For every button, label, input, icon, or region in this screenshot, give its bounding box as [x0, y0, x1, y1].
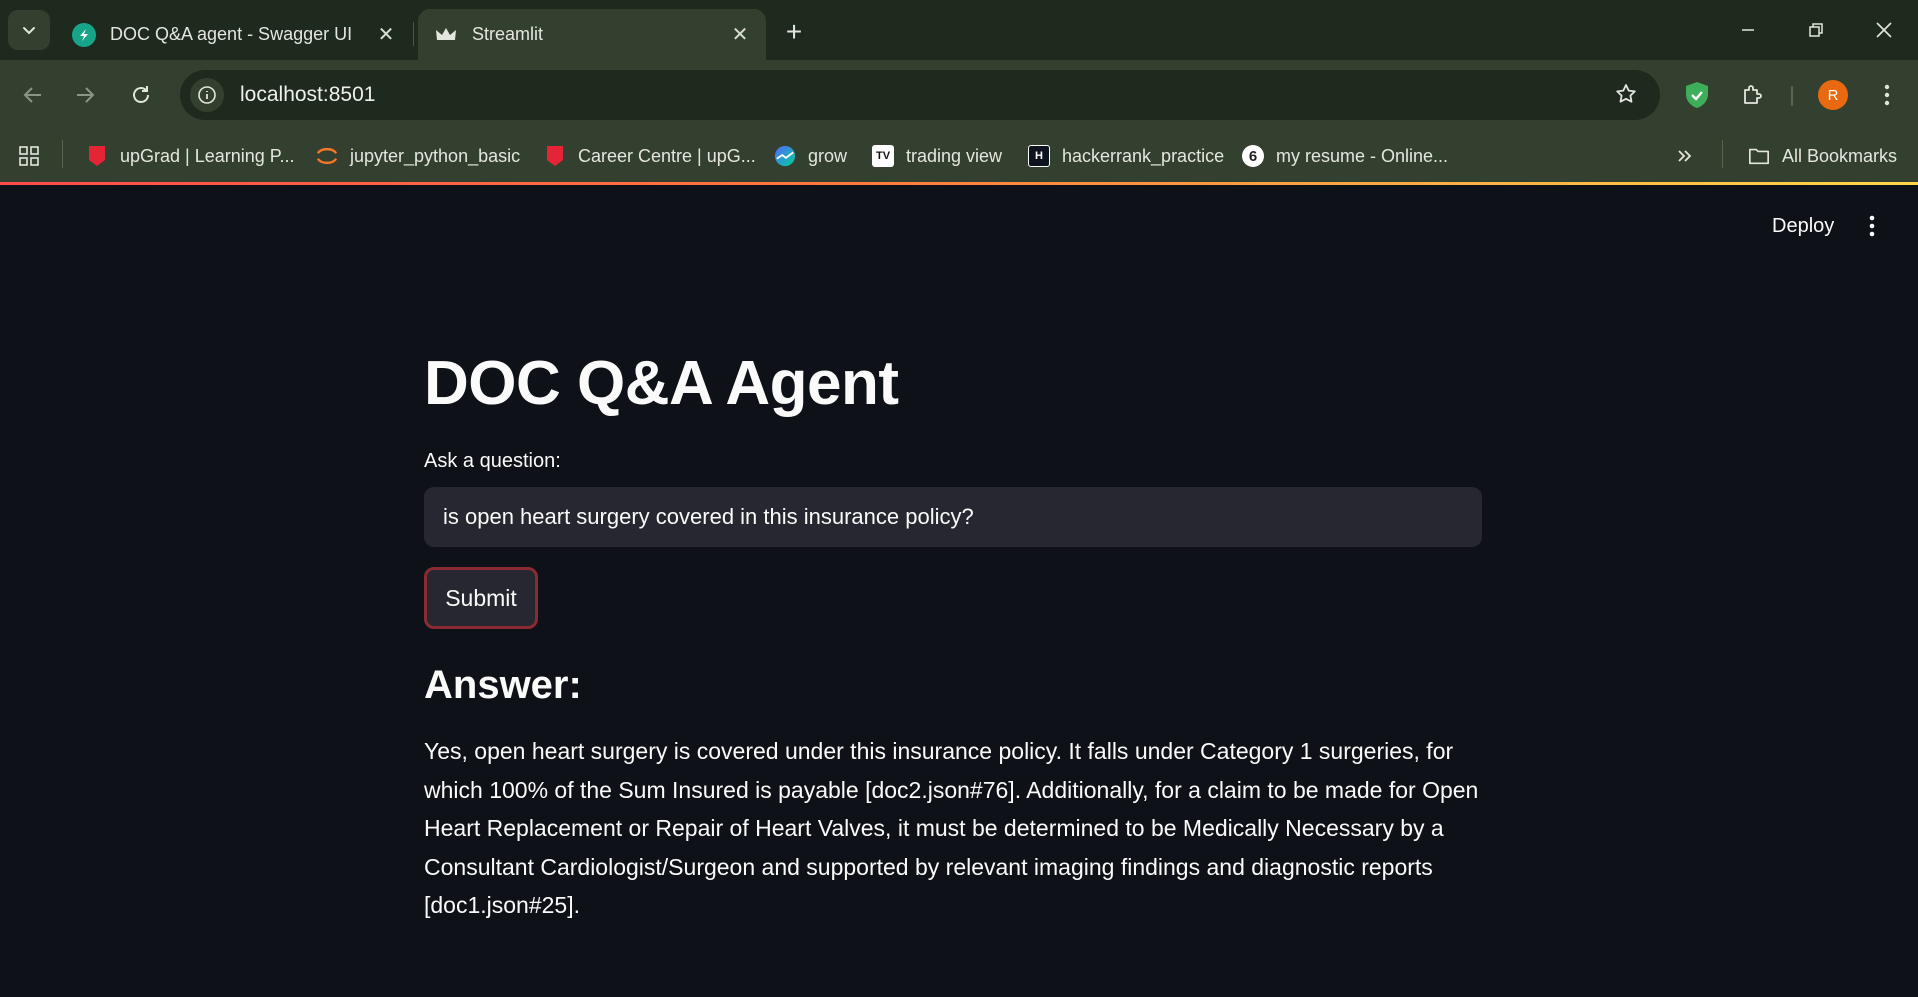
streamlit-crown-icon [434, 23, 458, 47]
upgrad-icon [544, 145, 566, 167]
reload-icon [133, 86, 149, 103]
upgrad-icon [86, 145, 108, 167]
all-bookmarks-button[interactable]: All Bookmarks [1748, 142, 1897, 170]
bookmark-label: trading view [906, 145, 1003, 166]
extensions-button[interactable] [1734, 76, 1772, 114]
new-tab-button[interactable]: + [776, 14, 812, 50]
bookmark-label: Career Centre | upG... [578, 145, 756, 166]
restore-icon [1809, 23, 1823, 37]
tab-streamlit[interactable]: Streamlit ✕ [418, 9, 766, 60]
close-window-button[interactable] [1858, 8, 1910, 52]
bookmark-label: grow [808, 145, 848, 166]
bookmark-label: my resume - Online... [1276, 145, 1449, 166]
chevron-double-right-icon [1678, 150, 1692, 162]
bookmarks-bar: upGrad | Learning P... jupyter_python_ba… [0, 130, 1918, 182]
main-content: DOC Q&A Agent Ask a question: Submit Ans… [424, 349, 1482, 925]
bookmark-label: hackerrank_practice [1062, 145, 1225, 166]
minimize-button[interactable] [1722, 8, 1774, 52]
submit-button[interactable]: Submit [424, 567, 538, 630]
shield-extension-button[interactable] [1678, 76, 1716, 114]
tab-title: Streamlit [472, 24, 544, 44]
bookmark-label: upGrad | Learning P... [120, 145, 295, 166]
forward-button[interactable] [66, 76, 104, 114]
apps-grid-icon [19, 146, 39, 166]
bookmark-jupyter[interactable]: jupyter_python_basic [316, 142, 520, 170]
tab-title: DOC Q&A agent - Swagger UI [110, 24, 353, 44]
bookmark-upgrad[interactable]: upGrad | Learning P... [86, 142, 294, 170]
swagger-icon [72, 22, 96, 47]
bookmark-resume[interactable]: 6 my resume - Online... [1242, 142, 1448, 170]
bookmark-tradingview[interactable]: TV trading view [872, 142, 1002, 170]
bookmark-star-icon[interactable] [1614, 82, 1638, 111]
bookmark-label: jupyter_python_basic [350, 145, 521, 166]
bookmark-career-centre[interactable]: Career Centre | upG... [544, 142, 756, 170]
app-menu-button[interactable] [1856, 210, 1888, 242]
close-tab-icon[interactable]: ✕ [374, 23, 398, 47]
more-vertical-icon [1869, 215, 1875, 237]
address-bar[interactable]: localhost:8501 [180, 70, 1660, 120]
browser-toolbar: localhost:8501 R [0, 60, 1918, 130]
profile-avatar[interactable]: R [1818, 80, 1848, 110]
puzzle-icon [1744, 85, 1762, 104]
deploy-button[interactable]: Deploy [1760, 210, 1846, 242]
more-bookmarks-button[interactable] [1676, 142, 1694, 170]
resume-icon: 6 [1242, 145, 1264, 167]
question-input[interactable] [424, 487, 1482, 548]
toolbar-divider [1791, 86, 1793, 106]
arrow-left-icon [23, 87, 41, 103]
page-title: DOC Q&A Agent [424, 349, 899, 418]
answer-heading: Answer: [424, 663, 582, 708]
chevron-down-icon [23, 27, 35, 35]
bookmarks-divider [1722, 140, 1723, 168]
minimize-icon [1742, 29, 1754, 31]
bookmark-grow[interactable]: grow [774, 142, 847, 170]
jupyter-icon [316, 145, 338, 167]
browser-menu-button[interactable] [1868, 76, 1906, 114]
hackerrank-icon: H [1028, 145, 1050, 167]
question-label: Ask a question: [424, 450, 561, 473]
bookmark-hackerrank[interactable]: H hackerrank_practice [1028, 142, 1224, 170]
restore-button[interactable] [1790, 8, 1842, 52]
bookmarks-divider [62, 140, 63, 168]
tab-search-button[interactable] [8, 10, 50, 50]
all-bookmarks-label: All Bookmarks [1782, 145, 1898, 166]
apps-button[interactable] [18, 142, 40, 170]
folder-icon [1748, 145, 1770, 167]
back-button[interactable] [14, 76, 52, 114]
address-url[interactable]: localhost:8501 [240, 83, 375, 107]
reload-button[interactable] [122, 76, 160, 114]
streamlit-decoration-bar [0, 182, 1918, 185]
tab-divider [413, 22, 414, 46]
tradingview-icon: TV [872, 145, 894, 167]
grow-icon [774, 145, 796, 167]
site-info-icon[interactable] [190, 78, 224, 112]
tab-swagger[interactable]: DOC Q&A agent - Swagger UI ✕ [56, 9, 412, 60]
arrow-right-icon [77, 87, 95, 103]
close-tab-icon[interactable]: ✕ [728, 23, 752, 47]
shield-icon [1686, 82, 1708, 108]
close-icon [1876, 22, 1892, 38]
browser-tab-strip: DOC Q&A agent - Swagger UI ✕ Streamlit ✕… [0, 0, 1918, 60]
answer-text: Yes, open heart surgery is covered under… [424, 738, 1479, 919]
more-vertical-icon [1884, 84, 1890, 106]
